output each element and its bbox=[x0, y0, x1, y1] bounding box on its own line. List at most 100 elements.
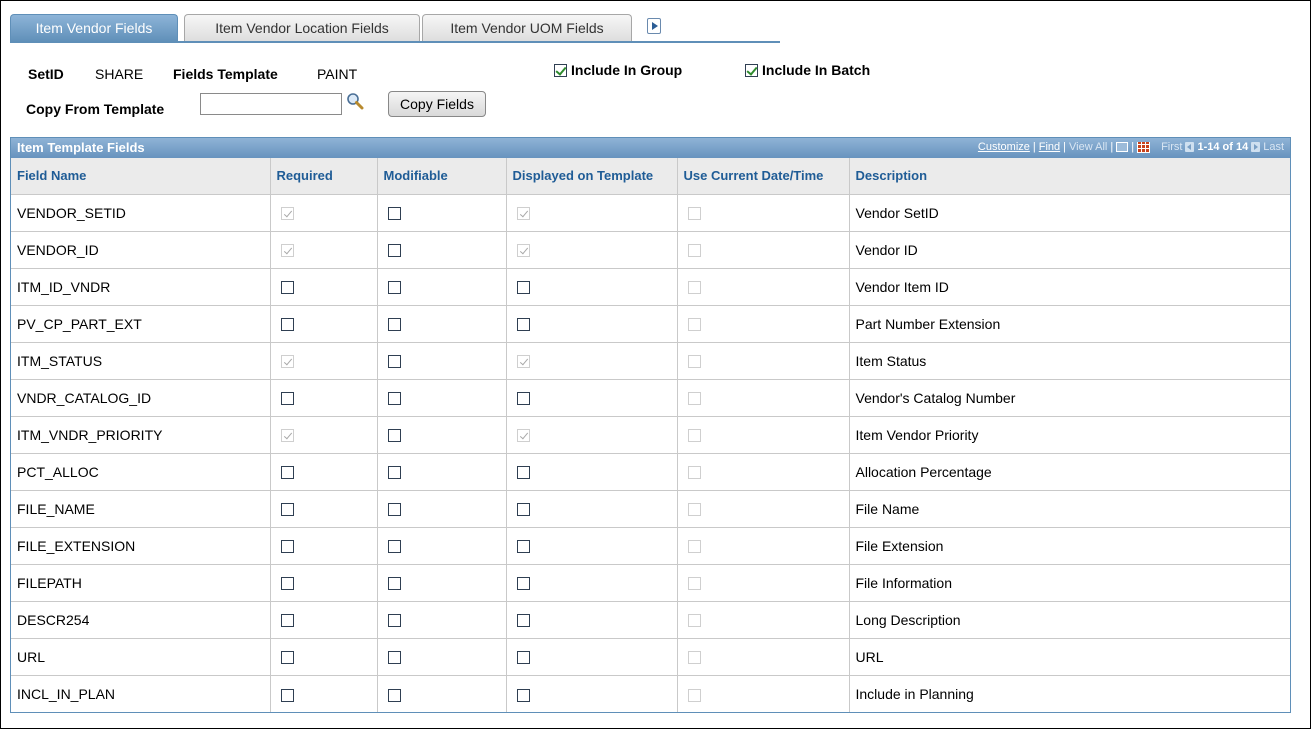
required-checkbox[interactable] bbox=[280, 466, 294, 480]
copy-fields-button[interactable]: Copy Fields bbox=[388, 91, 486, 117]
col-modifiable[interactable]: Modifiable bbox=[377, 158, 507, 194]
required-cell bbox=[270, 637, 378, 675]
description-cell: Vendor Item ID bbox=[849, 267, 1290, 305]
displayed-on-template-checkbox[interactable] bbox=[516, 466, 530, 480]
modifiable-checkbox[interactable] bbox=[387, 466, 401, 480]
displayed-on-template-checkbox[interactable] bbox=[516, 577, 530, 591]
find-link[interactable]: Find bbox=[1039, 141, 1060, 153]
tab-item-vendor-location-fields[interactable]: Item Vendor Location Fields bbox=[184, 14, 420, 41]
use-current-date-time-checkbox bbox=[687, 503, 701, 517]
modifiable-cell bbox=[377, 637, 507, 675]
modifiable-checkbox[interactable] bbox=[387, 503, 401, 517]
required-checkbox[interactable] bbox=[280, 651, 294, 665]
modifiable-checkbox[interactable] bbox=[387, 281, 401, 295]
tab-scroll-right-icon[interactable] bbox=[647, 18, 661, 34]
displayed-on-template-checkbox[interactable] bbox=[516, 392, 530, 406]
separator: | bbox=[1110, 141, 1114, 153]
checkbox[interactable] bbox=[745, 63, 758, 77]
grid-navigation: Customize | Find | View All | | First 1-… bbox=[978, 141, 1284, 153]
modifiable-checkbox[interactable] bbox=[387, 429, 401, 443]
use-current-date-time-checkbox bbox=[687, 355, 701, 369]
required-cell bbox=[270, 193, 378, 231]
use-current-date-time-checkbox bbox=[687, 651, 701, 665]
modifiable-checkbox[interactable] bbox=[387, 207, 401, 221]
download-to-excel-icon[interactable] bbox=[1137, 141, 1151, 153]
displayed-on-template-cell bbox=[506, 415, 678, 453]
required-cell bbox=[270, 378, 378, 416]
description-cell: Vendor SetID bbox=[849, 193, 1290, 231]
table-row: FILEPATH File Information bbox=[11, 563, 1290, 601]
include-in-group-checkbox[interactable]: Include In Group bbox=[554, 62, 682, 78]
modifiable-checkbox[interactable] bbox=[387, 688, 401, 702]
modifiable-checkbox[interactable] bbox=[387, 540, 401, 554]
modifiable-checkbox[interactable] bbox=[387, 614, 401, 628]
displayed-on-template-checkbox bbox=[516, 429, 530, 443]
modifiable-cell bbox=[377, 230, 507, 268]
required-checkbox[interactable] bbox=[280, 540, 294, 554]
displayed-on-template-checkbox[interactable] bbox=[516, 318, 530, 332]
use-current-date-time-cell bbox=[677, 637, 850, 675]
displayed-on-template-checkbox[interactable] bbox=[516, 503, 530, 517]
use-current-date-time-cell bbox=[677, 489, 850, 527]
use-current-date-time-checkbox bbox=[687, 614, 701, 628]
table-row: ITM_STATUS Item Status bbox=[11, 341, 1290, 379]
col-required[interactable]: Required bbox=[270, 158, 378, 194]
table-row: URL URL bbox=[11, 637, 1290, 675]
displayed-on-template-checkbox[interactable] bbox=[516, 614, 530, 628]
use-current-date-time-checkbox bbox=[687, 281, 701, 295]
table-row: VNDR_CATALOG_ID Vendor's Catalog Number bbox=[11, 378, 1290, 416]
new-window-icon[interactable] bbox=[1116, 142, 1129, 152]
required-cell bbox=[270, 563, 378, 601]
description-cell: Long Description bbox=[849, 600, 1290, 638]
modifiable-checkbox[interactable] bbox=[387, 651, 401, 665]
required-checkbox bbox=[280, 429, 294, 443]
customize-link[interactable]: Customize bbox=[978, 141, 1030, 153]
displayed-on-template-checkbox[interactable] bbox=[516, 688, 530, 702]
modifiable-checkbox[interactable] bbox=[387, 355, 401, 369]
description-cell: Item Vendor Priority bbox=[849, 415, 1290, 453]
tab-item-vendor-fields[interactable]: Item Vendor Fields bbox=[10, 14, 178, 42]
use-current-date-time-cell bbox=[677, 378, 850, 416]
use-current-date-time-checkbox bbox=[687, 392, 701, 406]
required-checkbox[interactable] bbox=[280, 503, 294, 517]
modifiable-cell bbox=[377, 341, 507, 379]
required-checkbox bbox=[280, 244, 294, 258]
lookup-search-icon[interactable] bbox=[346, 92, 364, 110]
field-name-cell: VNDR_CATALOG_ID bbox=[11, 378, 271, 416]
col-displayed-on-template[interactable]: Displayed on Template bbox=[506, 158, 678, 194]
modifiable-checkbox[interactable] bbox=[387, 318, 401, 332]
modifiable-checkbox[interactable] bbox=[387, 244, 401, 258]
modifiable-cell bbox=[377, 526, 507, 564]
required-checkbox[interactable] bbox=[280, 281, 294, 295]
field-name-cell: FILEPATH bbox=[11, 563, 271, 601]
modifiable-checkbox[interactable] bbox=[387, 392, 401, 406]
tab-item-vendor-uom-fields[interactable]: Item Vendor UOM Fields bbox=[422, 14, 632, 41]
item-template-fields-grid: Item Template Fields Customize | Find | … bbox=[10, 137, 1291, 713]
field-name-cell: VENDOR_ID bbox=[11, 230, 271, 268]
modifiable-checkbox[interactable] bbox=[387, 577, 401, 591]
field-name-cell: PCT_ALLOC bbox=[11, 452, 271, 490]
required-checkbox[interactable] bbox=[280, 577, 294, 591]
required-checkbox[interactable] bbox=[280, 392, 294, 406]
separator: | bbox=[1131, 141, 1135, 153]
required-checkbox[interactable] bbox=[280, 614, 294, 628]
required-cell bbox=[270, 526, 378, 564]
col-use-current-date-time[interactable]: Use Current Date/Time bbox=[677, 158, 850, 194]
displayed-on-template-checkbox[interactable] bbox=[516, 540, 530, 554]
required-checkbox[interactable] bbox=[280, 688, 294, 702]
separator: | bbox=[1032, 141, 1036, 153]
table-row: ITM_ID_VNDR Vendor Item ID bbox=[11, 267, 1290, 305]
modifiable-cell bbox=[377, 563, 507, 601]
checkbox[interactable] bbox=[554, 63, 567, 77]
required-checkbox[interactable] bbox=[280, 318, 294, 332]
first-link: First bbox=[1161, 141, 1183, 153]
modifiable-cell bbox=[377, 600, 507, 638]
col-field-name[interactable]: Field Name bbox=[11, 158, 271, 194]
displayed-on-template-cell bbox=[506, 378, 678, 416]
col-description[interactable]: Description bbox=[849, 158, 1290, 194]
include-in-batch-checkbox[interactable]: Include In Batch bbox=[745, 62, 870, 78]
displayed-on-template-checkbox[interactable] bbox=[516, 651, 530, 665]
field-name-cell: URL bbox=[11, 637, 271, 675]
displayed-on-template-checkbox[interactable] bbox=[516, 281, 530, 295]
copy-from-template-input[interactable] bbox=[200, 93, 342, 115]
